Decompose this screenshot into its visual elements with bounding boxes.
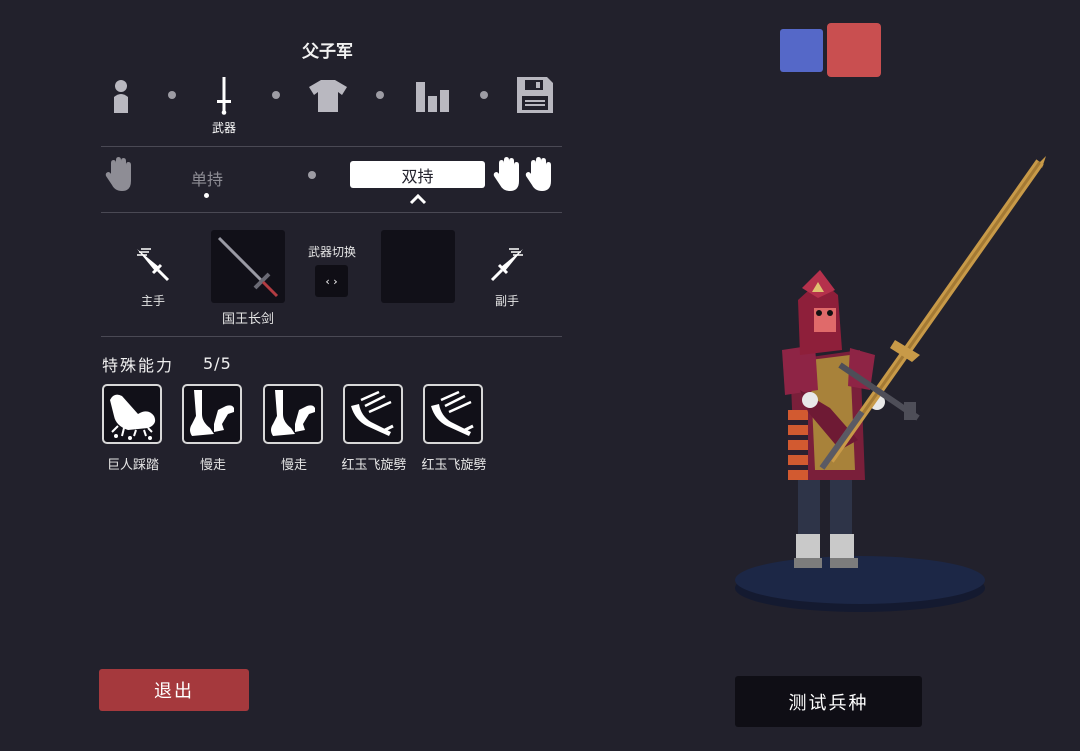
person-icon bbox=[114, 80, 128, 113]
tab-separator bbox=[480, 91, 488, 99]
abilities-count: 5/5 bbox=[203, 354, 232, 373]
ability-slow-walk[interactable] bbox=[182, 384, 242, 444]
sword-icon bbox=[217, 77, 231, 115]
stomp-icon bbox=[110, 394, 156, 440]
ability-spin-slash[interactable] bbox=[423, 384, 483, 444]
save-icon bbox=[517, 77, 553, 113]
two-hands-icon bbox=[492, 156, 554, 194]
team-blue-button[interactable] bbox=[780, 29, 823, 72]
grip-separator bbox=[308, 171, 316, 179]
spin-slash-icon bbox=[351, 390, 394, 436]
ability-label: 慢走 bbox=[280, 458, 307, 473]
ability-label: 红玉飞旋劈 bbox=[421, 458, 487, 473]
ability-spin-slash[interactable] bbox=[343, 384, 403, 444]
ability-stomp[interactable] bbox=[102, 384, 162, 444]
weapon-switch-button[interactable]: ‹ › bbox=[315, 265, 348, 297]
divider bbox=[101, 212, 562, 213]
switch-arrows-icon: ‹ › bbox=[325, 274, 338, 288]
tab-stats[interactable] bbox=[412, 78, 452, 114]
tab-separator bbox=[168, 91, 176, 99]
unit-preview bbox=[690, 150, 1060, 620]
tab-save[interactable] bbox=[516, 76, 554, 114]
ability-label: 巨人踩踏 bbox=[106, 458, 159, 473]
tab-separator bbox=[376, 91, 384, 99]
one-hand-icon bbox=[104, 156, 136, 194]
unit-name: 父子军 bbox=[302, 42, 353, 62]
off-hand-label: 副手 bbox=[494, 294, 519, 308]
longsword-icon bbox=[217, 236, 279, 298]
chevron-up-icon bbox=[409, 190, 427, 209]
shirt-icon bbox=[309, 80, 347, 112]
slow-walk-icon bbox=[190, 390, 234, 436]
main-hand-sword-icon bbox=[134, 246, 172, 284]
team-red-button[interactable] bbox=[827, 23, 881, 77]
slow-walk-icon bbox=[271, 390, 315, 436]
off-hand-weapon-slot[interactable] bbox=[381, 230, 455, 303]
tab-clothing[interactable] bbox=[308, 78, 348, 114]
tab-separator bbox=[272, 91, 280, 99]
tab-unit-base[interactable] bbox=[106, 78, 136, 114]
stats-icon bbox=[416, 82, 449, 112]
grip-dual[interactable]: 双持 bbox=[350, 161, 485, 188]
off-hand-sword-icon bbox=[488, 246, 526, 284]
tab-weapons[interactable] bbox=[210, 76, 238, 116]
grip-one-handed[interactable]: 单持 bbox=[177, 166, 237, 190]
divider bbox=[101, 336, 562, 337]
weapon-switch-label: 武器切换 bbox=[307, 245, 356, 259]
divider bbox=[101, 146, 562, 147]
spin-slash-icon bbox=[431, 390, 474, 436]
ability-label: 慢走 bbox=[199, 458, 226, 473]
ability-slow-walk[interactable] bbox=[263, 384, 323, 444]
main-weapon-name: 国王长剑 bbox=[221, 312, 274, 327]
grip-dual-label: 双持 bbox=[401, 166, 434, 186]
exit-button[interactable]: 退出 bbox=[99, 669, 249, 711]
ability-label: 红玉飞旋劈 bbox=[341, 458, 407, 473]
main-weapon-slot[interactable] bbox=[211, 230, 285, 303]
main-hand-label: 主手 bbox=[140, 294, 165, 308]
test-unit-button[interactable]: 测试兵种 bbox=[735, 676, 922, 727]
abilities-title: 特殊能力 bbox=[102, 356, 175, 375]
selection-dot bbox=[204, 193, 209, 198]
tab-weapons-label: 武器 bbox=[211, 121, 236, 135]
